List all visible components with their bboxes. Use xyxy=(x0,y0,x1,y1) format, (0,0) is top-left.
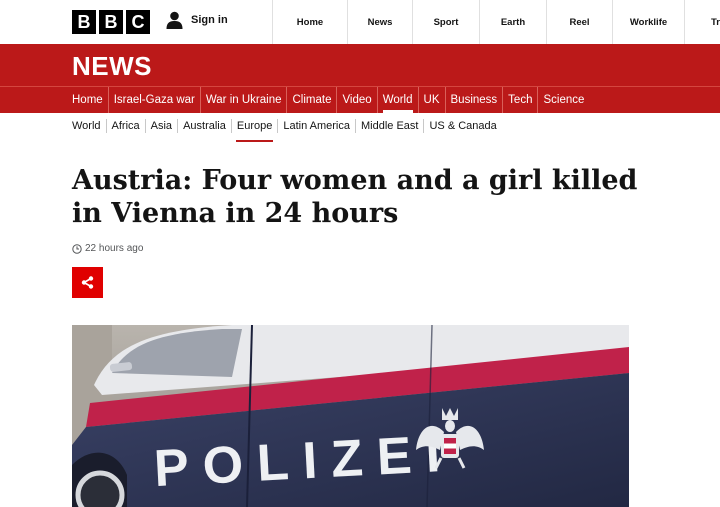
user-icon xyxy=(166,11,183,29)
clock-icon xyxy=(72,243,82,254)
topnav-travel[interactable]: Trave xyxy=(684,0,720,44)
timestamp-text: 22 hours ago xyxy=(85,243,144,254)
logo-letter: B xyxy=(99,10,123,34)
subsection-item-us-canada[interactable]: US & Canada xyxy=(423,119,501,133)
topnav-home[interactable]: Home xyxy=(272,0,347,44)
topnav-sport[interactable]: Sport xyxy=(412,0,479,44)
section-navigation: Home Israel-Gaza war War in Ukraine Clim… xyxy=(0,86,720,113)
share-button[interactable] xyxy=(72,267,103,298)
section-item-world[interactable]: World xyxy=(376,87,418,113)
article-headline: Austria: Four women and a girl killed in… xyxy=(72,165,638,229)
subsection-item-latin-america[interactable]: Latin America xyxy=(277,119,355,133)
section-item-israel-gaza[interactable]: Israel-Gaza war xyxy=(107,87,200,113)
news-section-title[interactable]: NEWS xyxy=(72,51,152,81)
section-item-uk[interactable]: UK xyxy=(417,87,445,113)
section-item-tech[interactable]: Tech xyxy=(502,87,537,113)
logo-letter: B xyxy=(72,10,96,34)
section-item-business[interactable]: Business xyxy=(444,87,503,113)
topnav-worklife[interactable]: Worklife xyxy=(612,0,684,44)
section-item-home[interactable]: Home xyxy=(72,87,108,113)
sign-in-label: Sign in xyxy=(191,14,228,26)
bbc-logo[interactable]: B B C xyxy=(72,10,150,34)
subsection-item-asia[interactable]: Asia xyxy=(144,119,177,133)
subsection-item-africa[interactable]: Africa xyxy=(105,119,145,133)
logo-letter: C xyxy=(126,10,150,34)
subsection-navigation: World Africa Asia Australia Europe Latin… xyxy=(72,113,502,142)
article-hero-image: POLIZEI xyxy=(72,325,629,507)
subsection-item-middle-east[interactable]: Middle East xyxy=(355,119,423,133)
sign-in-button[interactable]: Sign in xyxy=(166,11,228,29)
topnav-earth[interactable]: Earth xyxy=(479,0,546,44)
subsection-item-australia[interactable]: Australia xyxy=(177,119,231,133)
news-banner: NEWS xyxy=(0,44,720,86)
topnav-news[interactable]: News xyxy=(347,0,412,44)
subsection-item-world[interactable]: World xyxy=(72,119,106,133)
share-icon xyxy=(81,276,94,289)
subsection-item-europe[interactable]: Europe xyxy=(230,119,277,142)
article-timestamp: 22 hours ago xyxy=(72,243,143,254)
section-item-science[interactable]: Science xyxy=(537,87,589,113)
topnav-reel[interactable]: Reel xyxy=(546,0,612,44)
section-item-ukraine[interactable]: War in Ukraine xyxy=(199,87,287,113)
top-bar: B B C Sign in Home News Sport Earth Reel… xyxy=(0,0,720,44)
section-item-climate[interactable]: Climate xyxy=(286,87,336,113)
top-navigation: Home News Sport Earth Reel Worklife Trav… xyxy=(272,0,720,44)
section-item-video[interactable]: Video xyxy=(336,87,376,113)
